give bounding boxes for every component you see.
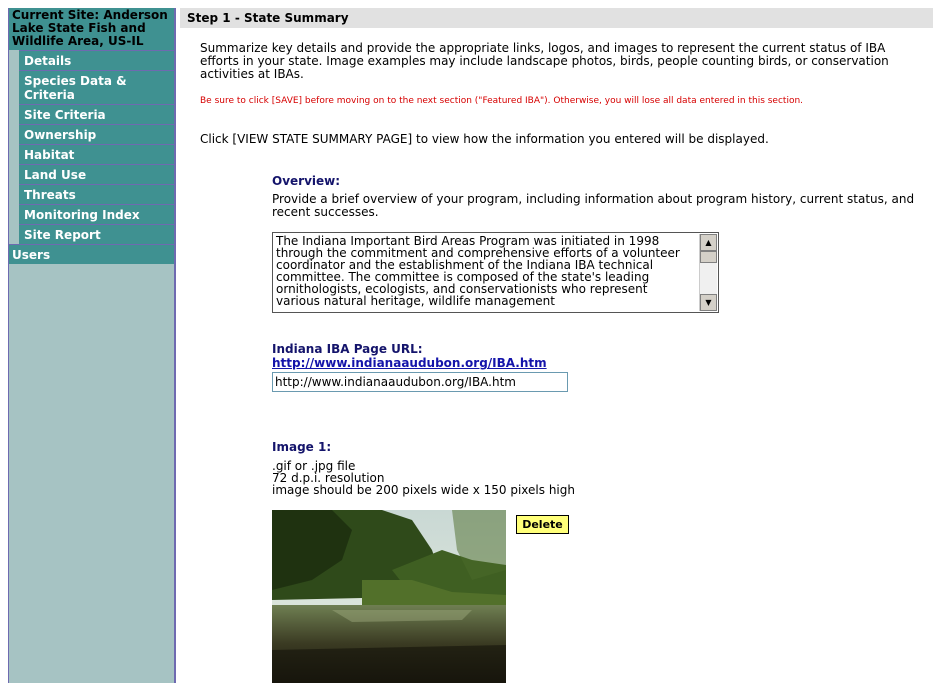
sidebar-item-details[interactable]: Details xyxy=(19,50,174,70)
overview-description: Provide a brief overview of your program… xyxy=(272,192,915,219)
sidebar-item-site-report[interactable]: Site Report xyxy=(19,224,174,244)
overview-label: Overview: xyxy=(272,174,341,188)
sidebar-item-land-use[interactable]: Land Use xyxy=(19,164,174,184)
image1-photo xyxy=(272,510,506,683)
image-note-size: image should be 200 pixels wide x 150 pi… xyxy=(272,483,575,497)
url-section: Indiana IBA Page URL: http://www.indiana… xyxy=(272,342,547,370)
view-summary-note: Click [VIEW STATE SUMMARY PAGE] to view … xyxy=(200,132,769,146)
sidebar-item-site-criteria[interactable]: Site Criteria xyxy=(19,104,174,124)
sidebar-item-ownership[interactable]: Ownership xyxy=(19,124,174,144)
sidebar-item-species-data[interactable]: Species Data & Criteria xyxy=(19,70,174,104)
delete-image1-button[interactable]: Delete xyxy=(516,515,569,534)
river-landscape-photo xyxy=(272,510,506,683)
scroll-down-arrow-icon[interactable]: ▼ xyxy=(700,294,717,311)
sidebar-item-habitat[interactable]: Habitat xyxy=(19,144,174,164)
scroll-up-arrow-icon[interactable]: ▲ xyxy=(700,234,717,251)
current-site-header: Current Site: Anderson Lake State Fish a… xyxy=(9,8,174,50)
iba-page-link[interactable]: http://www.indianaaudubon.org/IBA.htm xyxy=(272,356,547,370)
iba-url-input[interactable] xyxy=(272,372,568,392)
step-title: Step 1 - State Summary xyxy=(180,8,933,28)
overview-scrollbar[interactable]: ▲ ▼ xyxy=(699,234,717,311)
overview-text: The Indiana Important Bird Areas Program… xyxy=(276,234,680,308)
save-warning: Be sure to click [SAVE] before moving on… xyxy=(200,96,804,106)
image1-label: Image 1: xyxy=(272,440,332,454)
intro-text: Summarize key details and provide the ap… xyxy=(200,41,889,81)
sidebar-item-threats[interactable]: Threats xyxy=(19,184,174,204)
overview-textarea[interactable]: The Indiana Important Bird Areas Program… xyxy=(272,232,719,313)
sidebar: Current Site: Anderson Lake State Fish a… xyxy=(8,8,176,683)
url-label: Indiana IBA Page URL: xyxy=(272,342,423,356)
image1-notes: .gif or .jpg file 72 d.p.i. resolution i… xyxy=(272,460,575,496)
sidebar-item-users[interactable]: Users xyxy=(9,244,174,264)
sidebar-item-monitoring-index[interactable]: Monitoring Index xyxy=(19,204,174,224)
scroll-thumb[interactable] xyxy=(700,251,717,263)
overview-section: Overview: Provide a brief overview of yo… xyxy=(272,174,917,219)
image1-section: Image 1: xyxy=(272,440,331,454)
